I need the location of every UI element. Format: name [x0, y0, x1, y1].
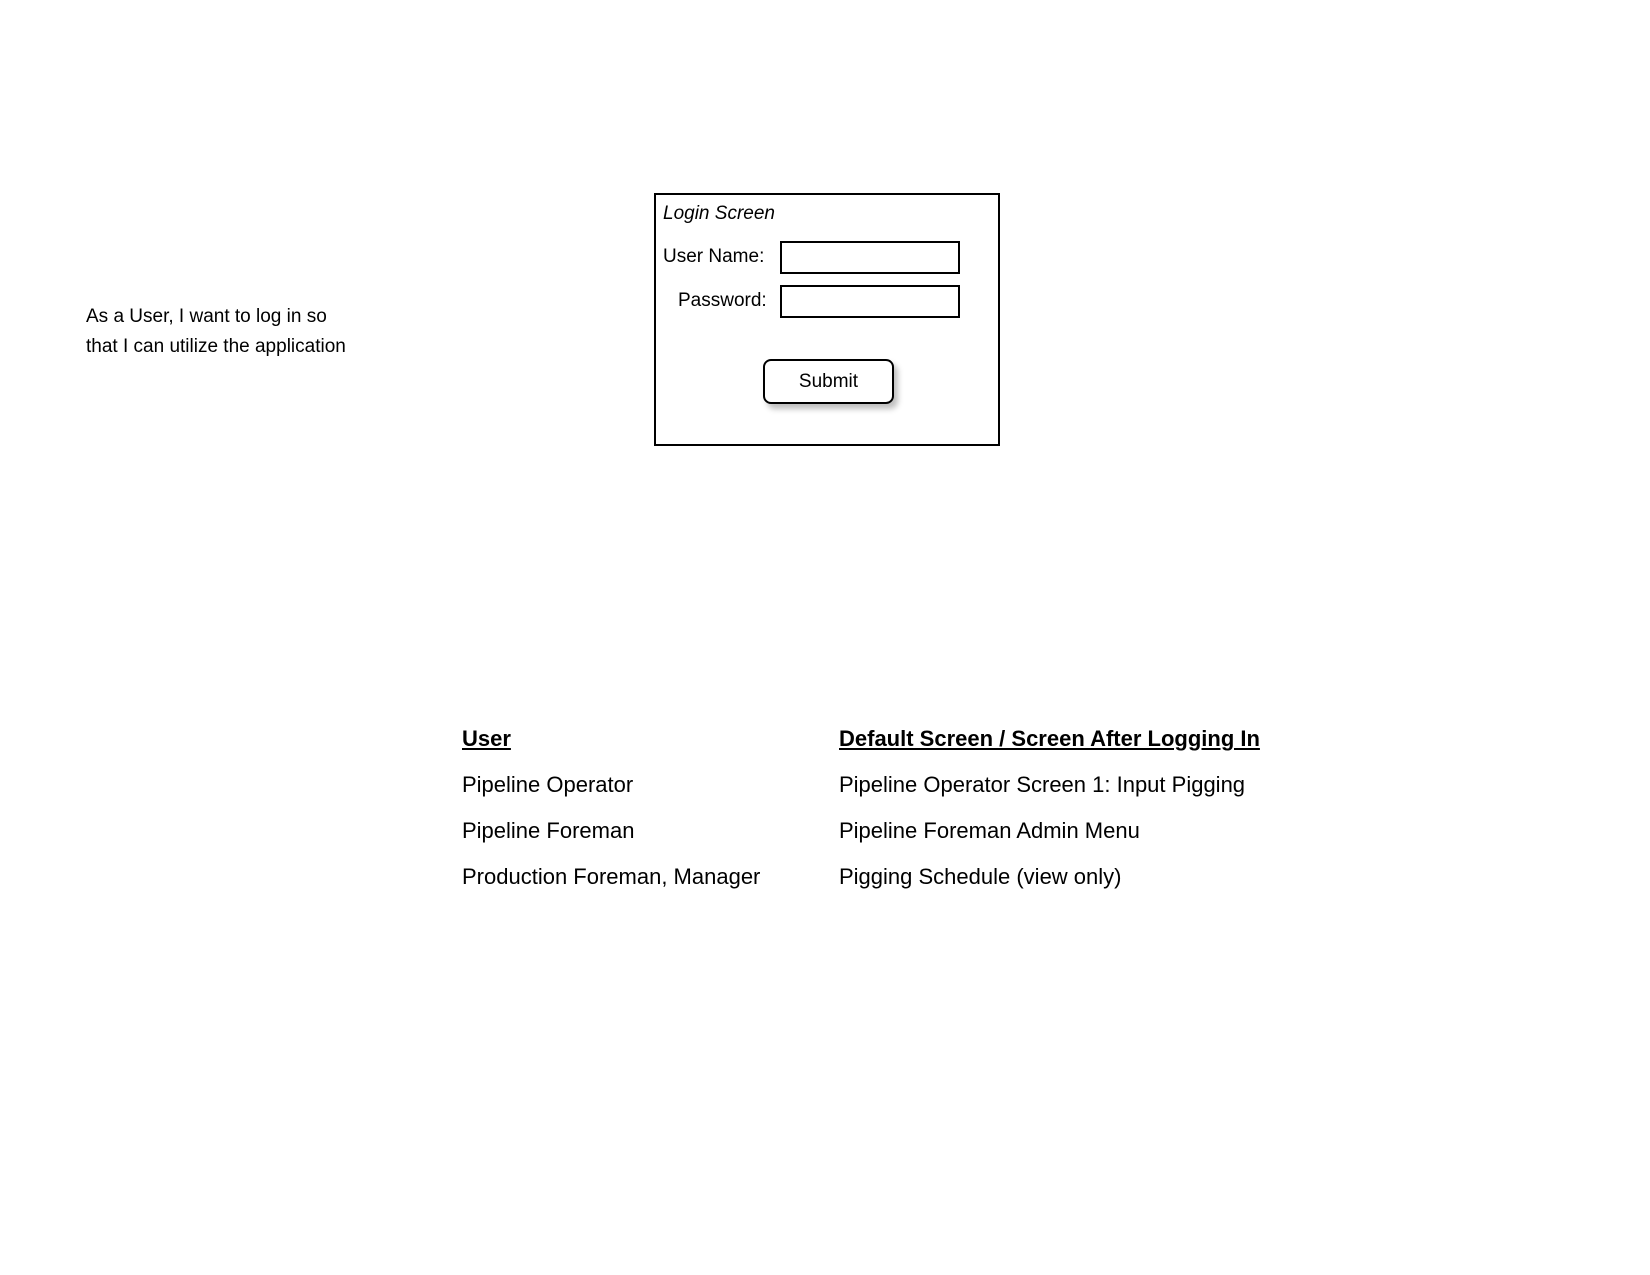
table-row: Pipeline Foreman Pipeline Foreman Admin …: [462, 808, 1260, 854]
table-row: Pipeline Operator Pipeline Operator Scre…: [462, 762, 1260, 808]
user-story: As a User, I want to log in so that I ca…: [86, 302, 386, 362]
password-label: Password:: [678, 290, 767, 311]
username-label: User Name:: [663, 246, 765, 267]
row-user: Production Foreman, Manager: [462, 864, 761, 889]
password-input[interactable]: [780, 285, 960, 318]
user-default-screen-table: User Default Screen / Screen After Loggi…: [462, 716, 1260, 900]
row-screen: Pipeline Foreman Admin Menu: [839, 818, 1140, 843]
submit-button[interactable]: Submit: [763, 359, 894, 404]
row-user: Pipeline Foreman: [462, 818, 635, 843]
row-screen: Pigging Schedule (view only): [839, 864, 1122, 889]
user-story-line-2: that I can utilize the application: [86, 336, 346, 357]
login-screen-title: Login Screen: [663, 203, 775, 224]
header-user: User: [462, 726, 511, 751]
username-input[interactable]: [780, 241, 960, 274]
table-header-row: User Default Screen / Screen After Loggi…: [462, 716, 1260, 762]
header-default-screen: Default Screen / Screen After Logging In: [839, 726, 1260, 751]
row-screen: Pipeline Operator Screen 1: Input Piggin…: [839, 772, 1246, 797]
table-row: Production Foreman, Manager Pigging Sche…: [462, 854, 1260, 900]
login-screen-mockup: Login Screen User Name: Password: Submit: [654, 193, 1000, 446]
row-user: Pipeline Operator: [462, 772, 634, 797]
user-story-line-1: As a User, I want to log in so: [86, 306, 327, 327]
